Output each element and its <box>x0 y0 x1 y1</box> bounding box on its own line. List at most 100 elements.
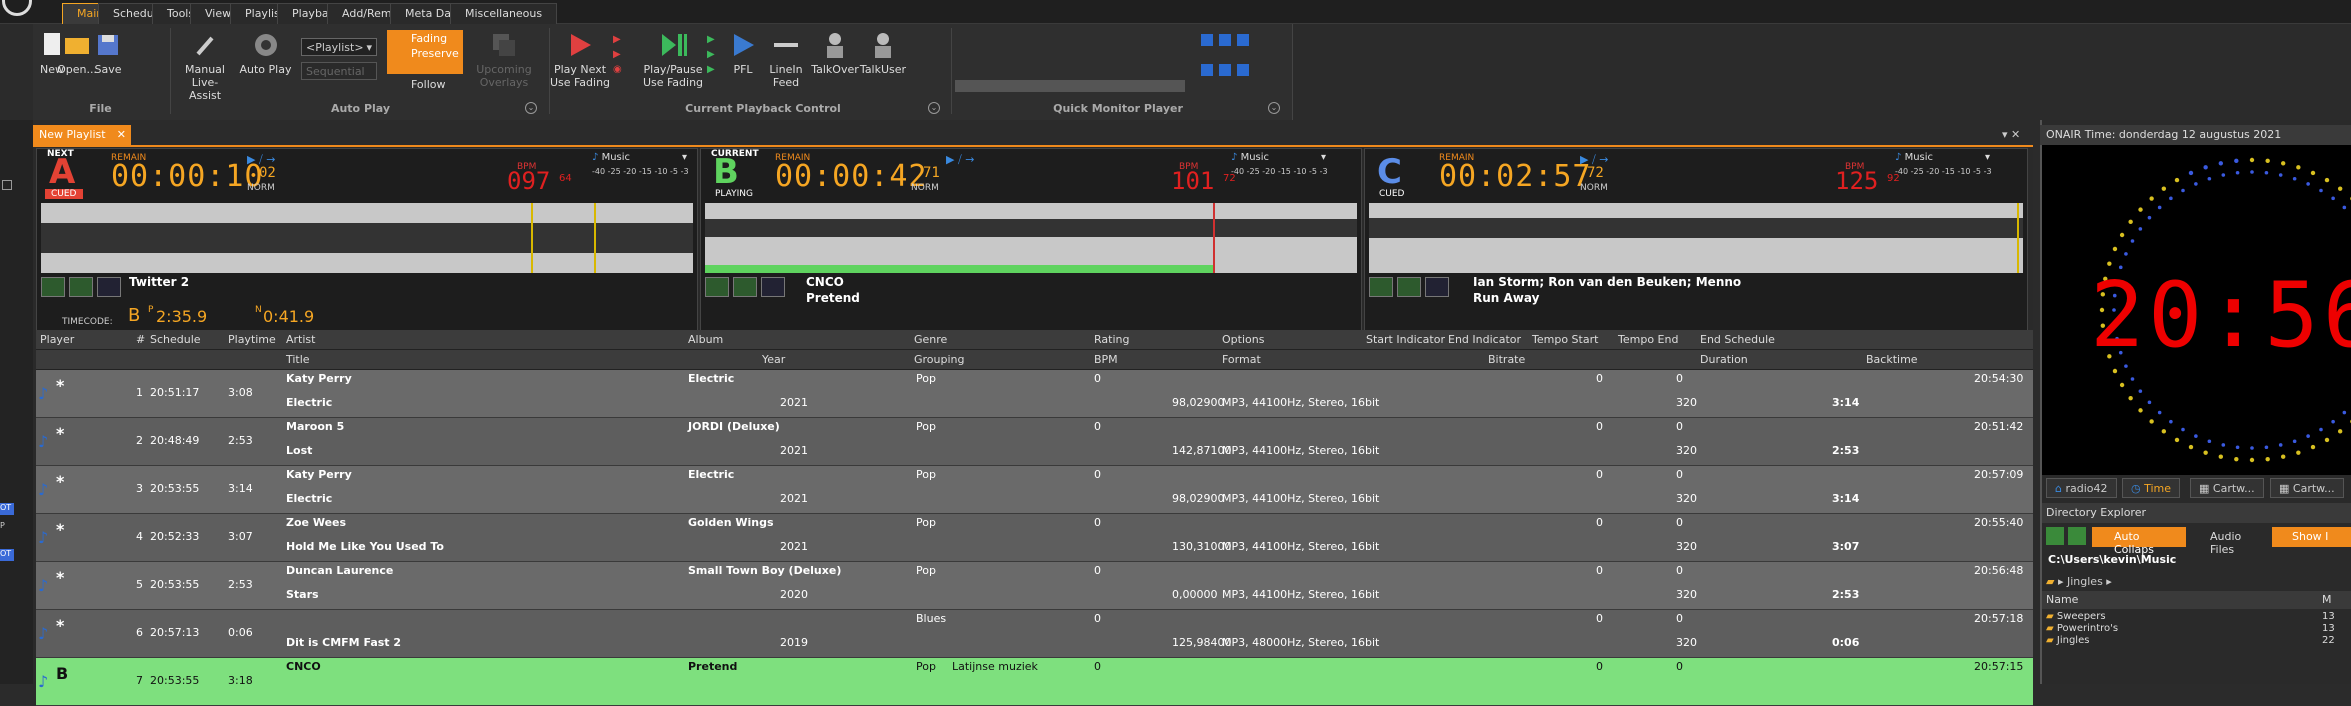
category-select[interactable]: ♪ Music ▾ <box>592 152 687 163</box>
deck-rewind-button[interactable] <box>761 277 785 297</box>
breadcrumb[interactable]: ▰ ▸ Jingles ▸ <box>2046 575 2112 588</box>
col-backtime[interactable]: Backtime <box>1866 353 1918 366</box>
table-row[interactable]: * 6 20:57:13 0:06 Blues 0 0 0 20:57:18 Dit is CMF… <box>36 610 2033 658</box>
waveform[interactable] <box>41 203 693 273</box>
table-row[interactable]: * 5 20:53:55 2:53 Duncan Laurence Small Town … <box>36 562 2033 610</box>
col-start-indicator[interactable]: Start Indicator <box>1366 333 1445 346</box>
monitor-up-icon[interactable] <box>1201 34 1213 46</box>
deck-pause-button[interactable] <box>1397 277 1421 297</box>
col-title[interactable]: Title <box>286 353 310 366</box>
col-playtime[interactable]: Playtime <box>228 333 276 346</box>
col-duration[interactable]: Duration <box>1700 353 1748 366</box>
playlist-select[interactable]: <Playlist> ▾ <box>301 38 377 56</box>
monitor-eject-icon[interactable] <box>1237 64 1249 76</box>
dialog-launcher-icon[interactable]: ⌄ <box>525 102 537 114</box>
app-logo-icon[interactable] <box>2 0 32 16</box>
panel-icon[interactable] <box>2 180 12 190</box>
talkuser-button[interactable]: TalkUser <box>859 30 907 76</box>
col-bitrate[interactable]: Bitrate <box>1488 353 1525 366</box>
play-small-icons[interactable]: ▶ ▶ ◉ <box>613 32 622 77</box>
fading-toggle[interactable]: Fading Preserve <box>387 30 463 74</box>
col-album[interactable]: Album <box>688 333 723 346</box>
table-row[interactable]: * 3 20:53:55 3:14 Katy Perry Electric Pop 0 0 0 20… <box>36 466 2033 514</box>
dialog-launcher-icon[interactable]: ⌄ <box>1268 102 1280 114</box>
table-row[interactable]: B 7 20:53:55 3:18 CNCO Pretend Pop 0 0 0 20:57:15 L… <box>36 658 2033 706</box>
deck-play-button[interactable] <box>705 277 729 297</box>
monitor-next-icon[interactable] <box>1219 64 1231 76</box>
quick-monitor-bar[interactable] <box>955 80 1185 92</box>
linein-feed-button[interactable]: LineIn Feed <box>766 30 806 89</box>
auto-collaps-toggle[interactable]: Auto Collaps <box>2092 527 2186 556</box>
deck-play-icons[interactable]: ▶ ⧸ → <box>247 153 275 167</box>
sequential-select[interactable]: Sequential <box>301 62 377 80</box>
deck-play-icons[interactable]: ▶ ⧸ → <box>946 153 974 167</box>
audio-files-toggle[interactable]: Audio Files <box>2190 527 2268 556</box>
tab-time[interactable]: ◷ Time <box>2122 478 2181 498</box>
playlist-window-controls[interactable]: ▾ ✕ <box>2002 128 2020 141</box>
tab-radio42[interactable]: ⌂ radio42 <box>2046 478 2117 498</box>
col-end-schedule[interactable]: End Schedule <box>1700 333 1775 346</box>
play-next-use-fading-button[interactable]: Play Next Use Fading <box>547 30 613 89</box>
tab-cartwall-2[interactable]: ▦ Cartw... <box>2270 478 2344 498</box>
col-tempo-end[interactable]: Tempo End <box>1618 333 1678 346</box>
monitor-prev-icon[interactable] <box>1201 64 1213 76</box>
monitor-pause-icon[interactable] <box>1219 34 1231 46</box>
sync-icon[interactable] <box>2068 527 2086 545</box>
row-duration: 3:14 <box>1832 396 1860 409</box>
play-small-icons[interactable]: ▶ ▶ ▶ <box>707 32 715 77</box>
col-bpm[interactable]: BPM <box>1094 353 1118 366</box>
col-grouping[interactable]: Grouping <box>914 353 965 366</box>
col-year[interactable]: Year <box>762 353 785 366</box>
table-row[interactable]: * 2 20:48:49 2:53 Maroon 5 JORDI (Deluxe) Pop 0… <box>36 418 2033 466</box>
play-pause-use-fading-button[interactable]: Play/Pause Use Fading <box>638 30 708 89</box>
row-playtime: 0:06 <box>228 626 253 639</box>
category-select[interactable]: ♪ Music ▾ <box>1895 152 1990 163</box>
close-icon[interactable]: ✕ <box>117 128 126 141</box>
timecode-label: TIMECODE: <box>62 317 113 327</box>
tab-miscellaneous[interactable]: Miscellaneous <box>450 3 558 24</box>
col-options[interactable]: Options <box>1222 333 1264 346</box>
table-row[interactable]: * 1 20:51:17 3:08 Katy Perry Electric Pop 0 0 0 20… <box>36 370 2033 418</box>
col-player[interactable]: Player <box>40 333 74 346</box>
col-m[interactable]: M <box>2322 593 2332 606</box>
show-toggle[interactable]: Show I <box>2272 527 2351 547</box>
col-format[interactable]: Format <box>1222 353 1261 366</box>
col-genre[interactable]: Genre <box>914 333 947 346</box>
folder-item[interactable]: ▰ Powerintro's 13 <box>2046 623 2346 635</box>
deck-pause-button[interactable] <box>733 277 757 297</box>
monitor-stop-icon[interactable] <box>1237 34 1249 46</box>
deck-pause-button[interactable] <box>69 277 93 297</box>
pfl-button[interactable]: PFL <box>723 30 763 76</box>
talkover-button[interactable]: TalkOver <box>811 30 859 76</box>
deck-rewind-button[interactable] <box>97 277 121 297</box>
folder-item[interactable]: ▰ Sweepers 13 <box>2046 611 2346 623</box>
row-player: * <box>56 424 65 443</box>
tab-cartwall-1[interactable]: ▦ Cartw... <box>2190 478 2264 498</box>
tab-new-playlist[interactable]: New Playlist ✕ <box>33 125 131 145</box>
save-button[interactable]: Save <box>88 30 128 76</box>
col-tempo-start[interactable]: Tempo Start <box>1532 333 1598 346</box>
col-end-indicator[interactable]: End Indicator <box>1448 333 1521 346</box>
col-artist[interactable]: Artist <box>286 333 315 346</box>
deck-play-button[interactable] <box>1369 277 1393 297</box>
manual-live-assist-button[interactable]: Manual Live-Assist <box>176 30 234 102</box>
follow-toggle[interactable]: Follow <box>411 78 446 91</box>
table-row[interactable]: * 4 20:52:33 3:07 Zoe Wees Golden Wings Pop 0 0 0… <box>36 514 2033 562</box>
col-schedule[interactable]: Schedule <box>150 333 201 346</box>
refresh-icon[interactable] <box>2046 527 2064 545</box>
deck-play-button[interactable] <box>41 277 65 297</box>
microphone-user-icon <box>820 30 850 60</box>
folder-item[interactable]: ▰ Jingles 22 <box>2046 635 2346 647</box>
studio-clock: 20:56 <box>2042 145 2351 475</box>
deck-rewind-button[interactable] <box>1425 277 1449 297</box>
waveform[interactable] <box>1369 203 2023 273</box>
auto-play-button[interactable]: Auto Play <box>238 30 293 76</box>
col-name[interactable]: Name <box>2046 593 2078 606</box>
col-rating[interactable]: Rating <box>1094 333 1129 346</box>
dialog-launcher-icon[interactable]: ⌄ <box>928 102 940 114</box>
waveform[interactable] <box>705 203 1357 273</box>
category-select[interactable]: ♪ Music ▾ <box>1231 152 1326 163</box>
upcoming-overlays-button[interactable]: Upcoming Overlays <box>469 30 539 89</box>
col-number[interactable]: # <box>136 333 145 346</box>
deck-play-icons[interactable]: ▶ ⧸ → <box>1580 153 1608 167</box>
